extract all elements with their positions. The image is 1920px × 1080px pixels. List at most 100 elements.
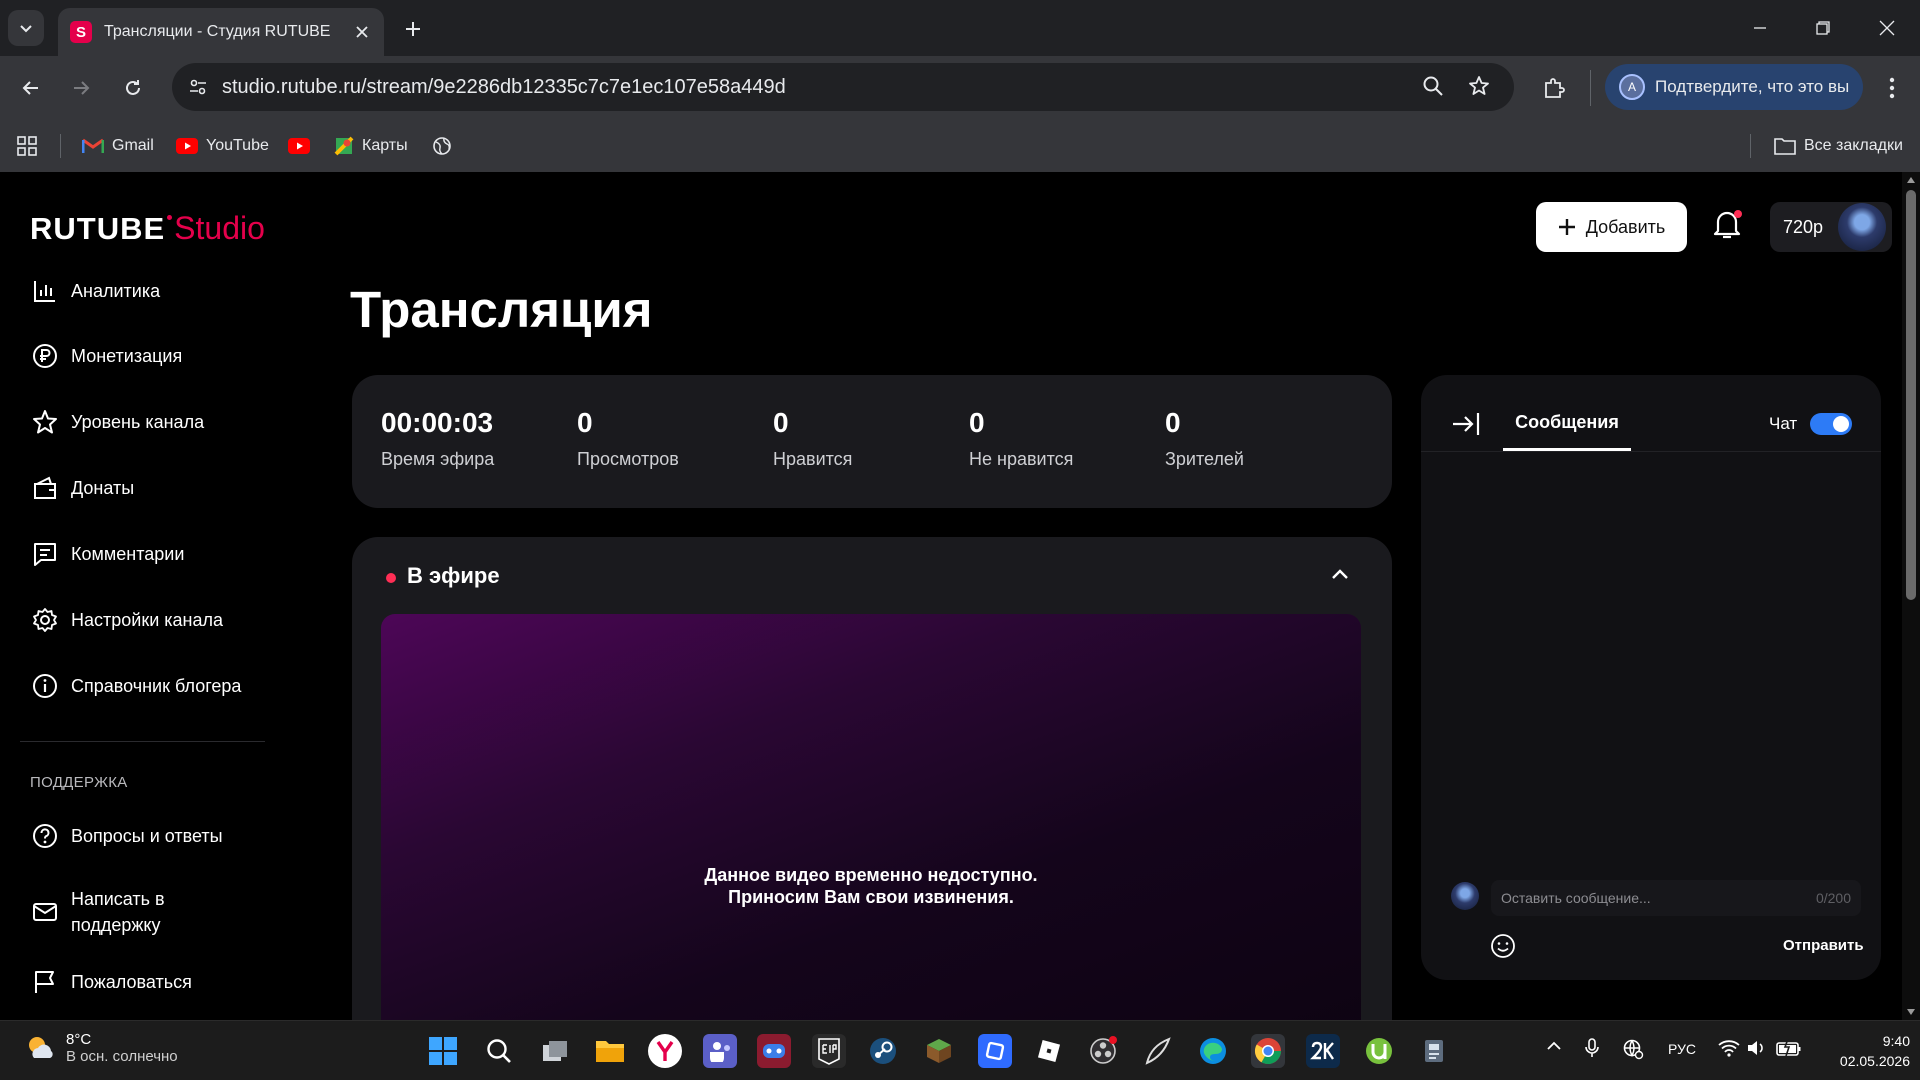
sidebar-item-monetization[interactable]: Монетизация bbox=[30, 338, 182, 374]
edge-button[interactable] bbox=[1196, 1034, 1230, 1068]
comment-icon bbox=[30, 539, 60, 569]
balance-account-button[interactable]: 720р bbox=[1770, 202, 1892, 252]
reload-button[interactable] bbox=[115, 70, 151, 106]
sidebar-item-label: Комментарии bbox=[71, 543, 185, 564]
sidebar-item-analytics[interactable]: Аналитика bbox=[30, 273, 160, 309]
sidebar-item-report[interactable]: Пожаловаться bbox=[30, 964, 192, 1000]
sidebar-item-channel-settings[interactable]: Настройки канала bbox=[30, 602, 223, 638]
desktop-app-button[interactable] bbox=[1417, 1034, 1451, 1068]
star-icon bbox=[1469, 76, 1489, 95]
feather-app-button[interactable] bbox=[1141, 1034, 1175, 1068]
new-tab-button[interactable] bbox=[398, 14, 428, 44]
weather-description: В осн. солнечно bbox=[66, 1048, 178, 1065]
bookmark-maps[interactable]: Карты bbox=[334, 132, 408, 160]
all-bookmarks-button[interactable]: Все закладки bbox=[1774, 132, 1903, 160]
sidebar-item-contact-support[interactable]: Написать в поддержку bbox=[30, 886, 210, 938]
bookmark-gmail[interactable]: Gmail bbox=[82, 132, 154, 160]
window-close-button[interactable] bbox=[1869, 10, 1905, 46]
site-info-button[interactable] bbox=[182, 71, 214, 103]
youtube-icon bbox=[176, 138, 198, 154]
epic-games-button[interactable] bbox=[812, 1034, 846, 1068]
system-clock[interactable]: 9:40 02.05.2026 bbox=[1820, 1031, 1910, 1071]
app-blue-button[interactable] bbox=[978, 1034, 1012, 1068]
sidebar-item-blogger-guide[interactable]: Справочник блогера bbox=[30, 668, 241, 704]
battery-charging-icon bbox=[1776, 1039, 1801, 1057]
back-button[interactable] bbox=[13, 70, 49, 106]
page-scrollbar[interactable] bbox=[1902, 172, 1920, 1020]
bookmarks-divider bbox=[60, 134, 61, 158]
url-text: studio.rutube.ru/stream/9e2286db12335c7c… bbox=[222, 76, 786, 98]
send-button[interactable]: Отправить bbox=[1783, 937, 1864, 954]
language-indicator[interactable]: РУС bbox=[1668, 1041, 1696, 1057]
address-bar[interactable]: studio.rutube.ru/stream/9e2286db12335c7c… bbox=[172, 63, 1514, 111]
add-button[interactable]: Добавить bbox=[1536, 202, 1687, 252]
arrow-left-icon bbox=[22, 81, 38, 95]
message-input[interactable] bbox=[1491, 880, 1791, 916]
volume-tray-icon[interactable] bbox=[1746, 1039, 1766, 1057]
forward-button[interactable] bbox=[63, 70, 99, 106]
stat-viewers: 0 Зрителей bbox=[1165, 407, 1244, 470]
sidebar-item-channel-level[interactable]: Уровень канала bbox=[30, 404, 204, 440]
browser-tab-active[interactable]: S Трансляции - Студия RUTUBE bbox=[58, 8, 384, 56]
stat-value: 00:00:03 bbox=[381, 407, 494, 438]
sidebar-item-label: Написать в поддержку bbox=[71, 889, 165, 935]
wifi-tray-icon[interactable] bbox=[1718, 1039, 1740, 1057]
apps-button[interactable] bbox=[16, 132, 38, 160]
chat-toggle-label: Чат bbox=[1769, 414, 1798, 433]
bookmark-youtube-2[interactable] bbox=[288, 132, 310, 160]
emoji-button[interactable] bbox=[1489, 932, 1517, 960]
bookmark-globe[interactable] bbox=[432, 132, 452, 160]
browser-menu-button[interactable] bbox=[1874, 70, 1910, 106]
sidebar-item-faq[interactable]: Вопросы и ответы bbox=[30, 818, 223, 854]
yandex-browser-button[interactable] bbox=[648, 1034, 682, 1068]
2gis-button[interactable] bbox=[1306, 1034, 1340, 1068]
scrollbar-thumb[interactable] bbox=[1906, 190, 1916, 600]
chevron-down-icon bbox=[20, 25, 32, 33]
tab-search-button[interactable] bbox=[8, 10, 44, 46]
sidebar-item-donations[interactable]: Донаты bbox=[30, 470, 134, 506]
game-app-button[interactable] bbox=[757, 1034, 791, 1068]
rutube-favicon-icon: S bbox=[70, 21, 92, 43]
tray-overflow-button[interactable] bbox=[1546, 1039, 1562, 1053]
stat-value: 0 bbox=[773, 407, 789, 438]
extensions-button[interactable] bbox=[1536, 70, 1572, 106]
minecraft-button[interactable] bbox=[922, 1034, 956, 1068]
utorrent-button[interactable] bbox=[1362, 1034, 1396, 1068]
collapse-chat-button[interactable] bbox=[1451, 409, 1481, 439]
chrome-button[interactable] bbox=[1251, 1034, 1285, 1068]
taskbar-search-button[interactable] bbox=[482, 1034, 516, 1068]
chat-toggle[interactable] bbox=[1810, 413, 1852, 435]
bookmark-label: Gmail bbox=[112, 137, 154, 154]
weather-widget[interactable]: 8°C В осн. солнечно bbox=[24, 1031, 178, 1065]
user-avatar bbox=[1451, 882, 1479, 910]
tune-icon bbox=[190, 79, 206, 95]
file-explorer-button[interactable] bbox=[593, 1034, 627, 1068]
tab-close-button[interactable] bbox=[352, 22, 372, 42]
task-view-button[interactable] bbox=[538, 1034, 572, 1068]
roblox-button[interactable] bbox=[1032, 1034, 1066, 1068]
sidebar-item-comments[interactable]: Комментарии bbox=[30, 536, 184, 572]
more-vertical-icon bbox=[1889, 77, 1895, 99]
microphone-tray-icon[interactable] bbox=[1584, 1037, 1600, 1059]
bookmark-star-button[interactable] bbox=[1468, 75, 1492, 99]
minimize-button[interactable] bbox=[1742, 10, 1778, 46]
network-settings-tray-icon[interactable] bbox=[1622, 1038, 1644, 1060]
profile-verify-button[interactable]: A Подтвердите, что это вы bbox=[1605, 64, 1863, 110]
tab-messages[interactable]: Сообщения bbox=[1503, 397, 1631, 451]
teams-button[interactable] bbox=[703, 1034, 737, 1068]
battery-tray-icon[interactable] bbox=[1776, 1039, 1802, 1057]
steam-button[interactable] bbox=[866, 1034, 900, 1068]
zoom-button[interactable] bbox=[1422, 75, 1446, 99]
rutube-studio-logo[interactable]: RUTUBE Studio bbox=[30, 210, 265, 246]
video-player[interactable]: Данное видео временно недоступно. Принос… bbox=[381, 614, 1361, 1020]
collapse-live-button[interactable] bbox=[1328, 563, 1354, 589]
bookmark-youtube[interactable]: YouTube bbox=[176, 132, 269, 160]
player-unavailable-message: Данное видео временно недоступно. Принос… bbox=[381, 864, 1361, 908]
obs-button[interactable] bbox=[1086, 1034, 1120, 1068]
scroll-up-icon bbox=[1907, 177, 1915, 183]
start-button[interactable] bbox=[426, 1034, 460, 1068]
notifications-button[interactable] bbox=[1712, 208, 1746, 242]
restore-button[interactable] bbox=[1805, 10, 1841, 46]
utorrent-icon bbox=[1366, 1038, 1392, 1064]
windows-taskbar: 8°C В осн. солнечно РУС 9:40 02.05.2026 bbox=[0, 1020, 1920, 1080]
